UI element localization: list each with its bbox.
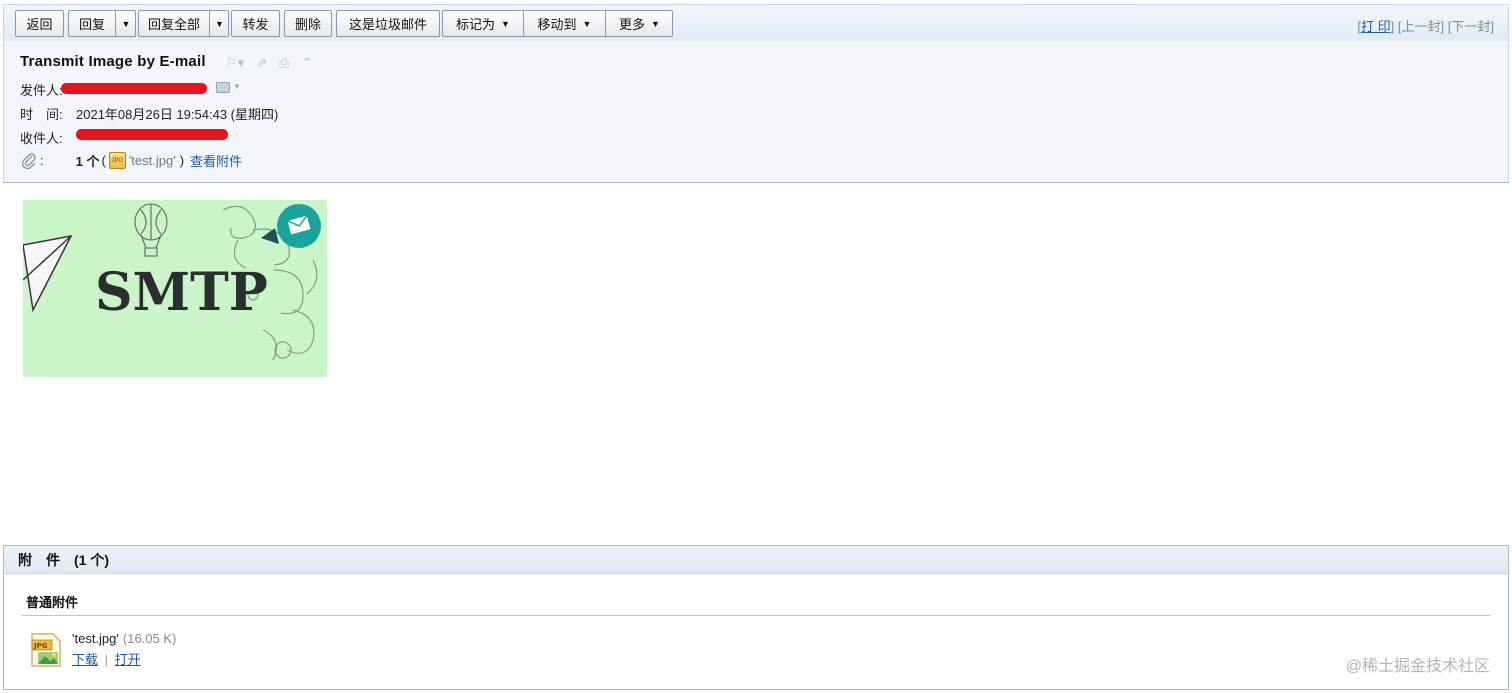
reply-all-button[interactable]: 回复全部 bbox=[139, 11, 209, 36]
svg-text:JPG: JPG bbox=[33, 642, 48, 650]
to-redacted bbox=[76, 129, 228, 140]
move-to-caret-icon: ▼ bbox=[582, 18, 592, 29]
attachment-actions: 下载 | 打开 bbox=[72, 649, 141, 668]
attachment-summary: : 1 个 ( JPG 'test.jpg' ) 查看附件 bbox=[20, 151, 242, 170]
print-link[interactable]: 打 印 bbox=[1361, 19, 1391, 34]
popout-icon[interactable]: ⇗ bbox=[256, 55, 267, 71]
smtp-banner-image: SMTP bbox=[23, 200, 327, 377]
watermark-text: @稀土掘金技术社区 bbox=[1345, 658, 1490, 675]
header-icons: ⚐▾ ⇗ ⎙ ⌃ bbox=[226, 55, 312, 71]
move-to-label: 移动到 bbox=[537, 17, 577, 32]
attachment-panel: 附 件 (1 个) 普通附件 JPG 'test.jpg' (16.05 K) 下… bbox=[3, 545, 1509, 690]
more-caret-icon: ▼ bbox=[651, 18, 660, 29]
mark-as-label: 标记为 bbox=[456, 17, 496, 32]
mail-nav-links: [打 印] [上一封] [下一封] bbox=[1357, 19, 1494, 34]
attach-file-name: 'test.jpg' bbox=[128, 153, 176, 168]
reply-label: 回复 bbox=[78, 17, 105, 32]
more-button[interactable]: 更多 ▼ bbox=[606, 11, 673, 36]
smtp-banner-text: SMTP bbox=[95, 262, 268, 323]
time-row: 时 间: 2021年08月26日 19:54:43 (星期四) bbox=[20, 104, 278, 123]
reply-button[interactable]: 回复 bbox=[69, 11, 115, 36]
time-label: 时 间: bbox=[20, 107, 63, 122]
back-label: 返回 bbox=[26, 17, 53, 32]
mail-header: Transmit Image by E-mail ⚐▾ ⇗ ⎙ ⌃ 发件人: ▼… bbox=[3, 41, 1509, 183]
attach-colon: : bbox=[40, 153, 44, 168]
jpg-small-icon: JPG bbox=[108, 152, 126, 169]
forward-button[interactable]: 转发 bbox=[231, 10, 280, 37]
mark-as-caret-icon: ▼ bbox=[501, 18, 510, 29]
attachment-divider bbox=[22, 615, 1490, 616]
mark-as-button[interactable]: 标记为 ▼ bbox=[443, 11, 523, 36]
attachment-file: 'test.jpg' (16.05 K) bbox=[72, 631, 176, 646]
more-label: 更多 bbox=[619, 17, 646, 32]
view-attachments-link[interactable]: 查看附件 bbox=[190, 151, 242, 170]
action-separator: | bbox=[104, 652, 109, 667]
from-redacted bbox=[61, 83, 207, 94]
to-row: 收件人: bbox=[20, 128, 76, 147]
mail-toolbar: 返回 回复 ▼ 回复全部 ▼ 转发 删除 这是垃圾邮件 标记为 ▼ 移动到 ▼ 更多… bbox=[3, 4, 1509, 41]
download-link[interactable]: 下载 bbox=[72, 652, 98, 667]
to-label: 收件人: bbox=[20, 131, 63, 146]
attach-count: 1 个 bbox=[75, 154, 100, 169]
attachment-panel-title: 附 件 (1 个) bbox=[4, 546, 1508, 574]
collapse-icon[interactable]: ⌃ bbox=[302, 55, 313, 71]
reply-all-label: 回复全部 bbox=[147, 17, 200, 32]
attachment-file-size: (16.05 K) bbox=[122, 631, 177, 646]
contact-card-icon[interactable] bbox=[216, 82, 230, 93]
email-body-image: SMTP bbox=[23, 200, 327, 377]
flag-icon[interactable]: ⚐▾ bbox=[226, 55, 244, 71]
spam-label: 这是垃圾邮件 bbox=[348, 17, 427, 32]
reply-dropdown-icon[interactable]: ▼ bbox=[116, 11, 136, 36]
normal-attachments-heading: 普通附件 bbox=[26, 595, 79, 610]
print-icon[interactable]: ⎙ bbox=[279, 55, 289, 71]
attachment-file-name: 'test.jpg' bbox=[72, 631, 119, 646]
attach-paren-open: ( bbox=[101, 153, 106, 168]
forward-label: 转发 bbox=[242, 17, 269, 32]
next-mail-link[interactable]: 下一封 bbox=[1451, 19, 1490, 34]
reply-all-dropdown-icon[interactable]: ▼ bbox=[210, 11, 229, 36]
prev-mail-link[interactable]: 上一封 bbox=[1402, 19, 1441, 34]
contact-dropdown-icon[interactable]: ▼ bbox=[233, 82, 241, 91]
delete-label: 删除 bbox=[294, 17, 321, 32]
mail-subject: Transmit Image by E-mail bbox=[20, 53, 206, 70]
reply-button-group[interactable]: 回复 ▼ bbox=[68, 10, 136, 37]
time-value: 2021年08月26日 19:54:43 (星期四) bbox=[76, 107, 279, 122]
delete-button[interactable]: 删除 bbox=[284, 10, 332, 37]
paperclip-icon bbox=[21, 152, 36, 169]
reply-all-button-group[interactable]: 回复全部 ▼ bbox=[138, 10, 229, 37]
attach-paren-close: ) bbox=[179, 153, 185, 168]
back-button[interactable]: 返回 bbox=[15, 10, 64, 37]
open-link[interactable]: 打开 bbox=[115, 652, 141, 667]
jpg-file-icon: JPG bbox=[31, 633, 61, 667]
spam-button[interactable]: 这是垃圾邮件 bbox=[336, 10, 440, 37]
move-to-button[interactable]: 移动到 ▼ bbox=[524, 11, 605, 36]
mark-move-more-group: 标记为 ▼ 移动到 ▼ 更多 ▼ bbox=[442, 10, 673, 37]
